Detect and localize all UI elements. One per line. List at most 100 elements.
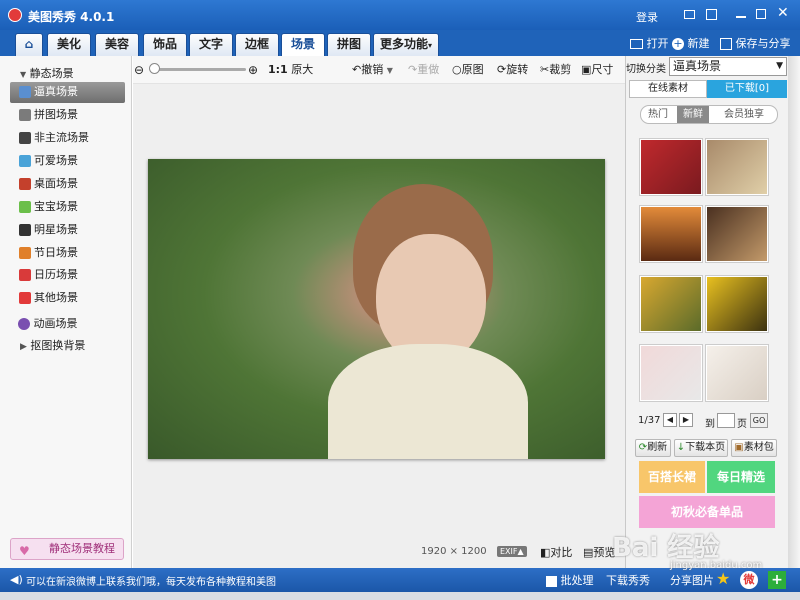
animated-icon [18, 318, 30, 330]
crop-button[interactable]: ✂裁剪 [540, 62, 571, 78]
redo-button[interactable]: ↷重做 [408, 62, 439, 78]
sidebar-item-baby[interactable]: 宝宝场景 [19, 197, 78, 217]
tab-downloaded[interactable]: 已下载[0] [707, 80, 787, 98]
open-label: 打开 [646, 37, 669, 50]
filter-member[interactable]: 会员独享 [711, 106, 777, 123]
tab-home[interactable]: ⌂ [15, 33, 43, 56]
sidebar-item-realistic[interactable]: 逼真场景 [19, 82, 78, 102]
tab-online[interactable]: 在线素材 [629, 80, 707, 98]
page-input[interactable] [717, 413, 735, 428]
sidebar-item-collage[interactable]: 拼图场景 [19, 105, 78, 125]
login-link[interactable]: 登录 [636, 9, 658, 25]
sidebar-item-holiday[interactable]: 节日场景 [19, 243, 78, 263]
undo-button[interactable]: ↶撤销 ▼ [352, 62, 393, 78]
tab-text[interactable]: 文字 [189, 33, 233, 56]
material-thumb[interactable] [706, 139, 768, 195]
material-thumb[interactable] [640, 276, 702, 332]
material-thumb[interactable] [640, 345, 702, 401]
rotate-button[interactable]: ⟳旋转 [497, 62, 528, 78]
close-button[interactable]: ✕ [777, 5, 789, 21]
cutout-label: 抠图换背景 [30, 339, 86, 352]
material-thumb[interactable] [706, 206, 768, 262]
share-label: 分享图片 [670, 574, 714, 587]
tutorial-button[interactable]: ♥ 静态场景教程 [10, 538, 124, 560]
tab-border[interactable]: 边框 [235, 33, 279, 56]
promo-banner-3[interactable]: 初秋必备单品 [639, 496, 775, 528]
star-icon[interactable]: ★ [716, 569, 730, 588]
download-xiuxiu-label: 下载秀秀 [606, 574, 650, 587]
tutorial-label: 静态场景教程 [49, 542, 115, 555]
animated-scene-group[interactable]: 动画场景 [18, 315, 78, 331]
package-icon: ▣ [734, 442, 744, 453]
open-button[interactable]: 打开 [630, 35, 669, 51]
sidebar-item-star[interactable]: 明星场景 [19, 220, 78, 240]
zoom-in-icon[interactable]: ⊕ [248, 62, 258, 78]
promo-banner-1[interactable]: 百搭长裙 [639, 461, 705, 493]
new-button[interactable]: + 新建 [672, 35, 710, 51]
app-title: 美图秀秀 4.0.1 [28, 10, 115, 24]
filter-hot[interactable]: 热门 [641, 106, 675, 123]
save-label: 保存与分享 [735, 37, 791, 50]
material-thumb[interactable] [706, 345, 768, 401]
home-icon: ⌂ [24, 37, 34, 51]
prev-page-button[interactable]: ◀ [663, 413, 677, 427]
next-page-button[interactable]: ▶ [679, 413, 693, 427]
refresh-button[interactable]: ⟳刷新 [635, 439, 671, 457]
message-icon[interactable] [684, 10, 695, 19]
image-canvas[interactable]: 1920 × 1200 EXIF▲ ◧对比 ▤预览 [133, 84, 625, 568]
go-button[interactable]: GO [750, 413, 768, 428]
animated-scene-label: 动画场景 [33, 317, 78, 330]
package-label: 素材包 [743, 442, 774, 453]
zoom-slider-handle[interactable] [149, 63, 160, 74]
compare-button[interactable]: ◧对比 [540, 544, 572, 560]
minimize-button[interactable] [736, 16, 746, 18]
sidebar-item-nonmainstream[interactable]: 非主流场景 [19, 128, 89, 148]
weibo-icon[interactable]: 微 [740, 571, 758, 589]
skin-icon[interactable] [706, 9, 717, 20]
add-button[interactable]: + [768, 571, 786, 589]
scene-icon [19, 86, 31, 98]
download-page-button[interactable]: ↓下载本页 [674, 439, 728, 457]
package-button[interactable]: ▣素材包 [731, 439, 777, 457]
exif-button[interactable]: EXIF▲ [497, 546, 527, 557]
resize-button[interactable]: ▣尺寸 [581, 62, 613, 78]
refresh-label: 刷新 [647, 442, 668, 453]
tab-more[interactable]: 更多功能▾ [373, 33, 439, 56]
sidebar-item-calendar[interactable]: 日历场景 [19, 265, 78, 285]
preview-icon: ▤ [583, 546, 594, 559]
chevron-right-icon: ▶ [20, 342, 27, 352]
promo-banner-2[interactable]: 每日精选 [707, 461, 775, 493]
actual-size-button[interactable]: 1:1 原大 [268, 62, 313, 78]
category-select[interactable]: 逼真场景 ▼ [669, 57, 787, 76]
sidebar-item-other[interactable]: 其他场景 [19, 288, 78, 308]
tab-accessories[interactable]: 饰品 [143, 33, 187, 56]
save-share-button[interactable]: 保存与分享 [720, 35, 791, 51]
sidebar-item-cute[interactable]: 可爱场景 [19, 151, 78, 171]
chevron-down-icon: ▾ [428, 41, 433, 50]
cutout-group[interactable]: ▶ 抠图换背景 [20, 337, 85, 353]
material-thumb[interactable] [706, 276, 768, 332]
sidebar-item-label: 节日场景 [34, 246, 78, 259]
tab-makeup[interactable]: 美容 [95, 33, 139, 56]
preview-button[interactable]: ▤预览 [583, 544, 615, 560]
tab-beautify[interactable]: 美化 [47, 33, 91, 56]
maximize-button[interactable] [756, 9, 766, 19]
photo[interactable] [148, 159, 605, 459]
sidebar-item-label: 可爱场景 [34, 154, 78, 167]
download-xiuxiu-button[interactable]: 下载秀秀 [606, 572, 650, 588]
page-suffix: 页 [737, 419, 747, 430]
plus-circle-icon: + [672, 37, 684, 50]
original-button[interactable]: ○原图 [452, 62, 484, 78]
share-button[interactable]: 分享图片 [670, 572, 714, 588]
material-thumb[interactable] [640, 206, 702, 262]
sidebar-item-label: 其他场景 [34, 291, 78, 304]
zoom-out-icon[interactable]: ⊖ [134, 62, 144, 78]
zoom-slider[interactable] [150, 68, 246, 71]
material-thumb[interactable] [640, 139, 702, 195]
batch-button[interactable]: 批处理 [546, 572, 594, 588]
static-scene-group[interactable]: ▼ 静态场景 [20, 65, 74, 81]
sidebar-item-desktop[interactable]: 桌面场景 [19, 174, 78, 194]
filter-fresh[interactable]: 新鲜 [677, 106, 709, 123]
watermark-url: jingyan.baidu.com [670, 560, 763, 571]
watermark-text: Bai 经验 [612, 533, 720, 563]
